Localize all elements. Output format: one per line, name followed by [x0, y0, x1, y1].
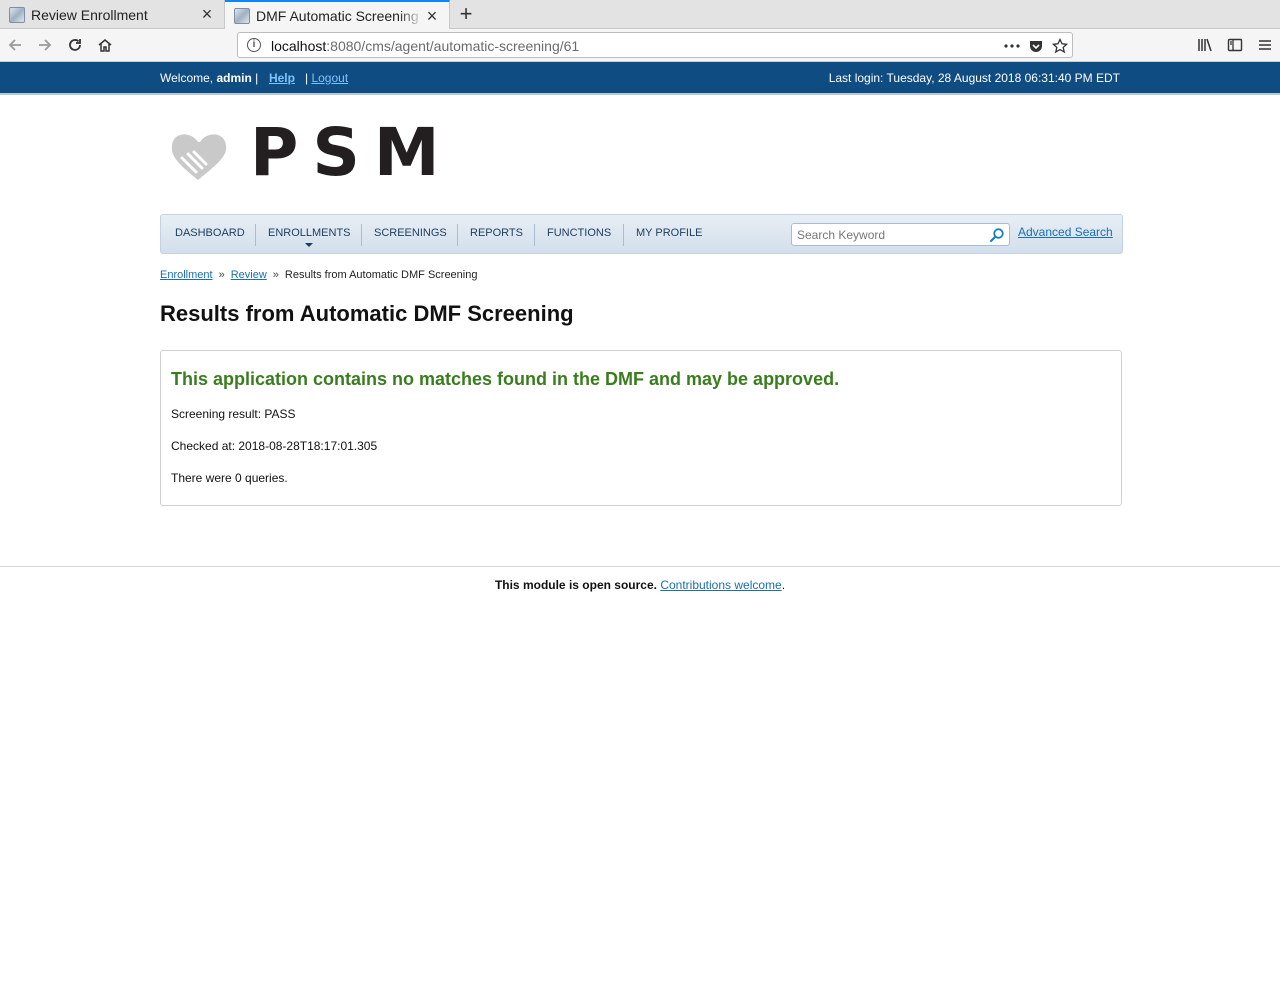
breadcrumb-separator: » [272, 269, 279, 281]
home-icon[interactable] [94, 34, 116, 56]
page-title: Results from Automatic DMF Screening [160, 301, 574, 326]
result-headline: This application contains no matches fou… [171, 369, 840, 389]
breadcrumb-current: Results from Automatic DMF Screening [284, 269, 478, 281]
logout-link[interactable]: Logout [311, 71, 348, 85]
forward-arrow-icon[interactable] [34, 34, 56, 56]
browser-tab-bar: Review Enrollment × DMF Automatic Screen… [0, 0, 1280, 30]
menu-dashboard[interactable]: DASHBOARD [175, 215, 245, 253]
heart-hands-logo-icon [171, 134, 227, 180]
browser-tab-dmf-screening[interactable]: DMF Automatic Screening × [225, 0, 450, 30]
separator: | [298, 71, 312, 85]
page-actions-icon[interactable] [1003, 37, 1021, 55]
checked-at-text: Checked at: 2018-08-28T18:17:01.305 [171, 439, 378, 453]
menu-my-profile[interactable]: MY PROFILE [636, 215, 702, 253]
hamburger-menu-icon[interactable] [1254, 34, 1276, 56]
separator: | [251, 71, 262, 85]
advanced-search-link[interactable]: Advanced Search [1018, 225, 1113, 239]
welcome-area: Welcome, admin | Help | Logout [160, 71, 348, 85]
close-tab-icon[interactable]: × [198, 4, 216, 25]
logo-text: PSM [250, 114, 454, 191]
url-bar[interactable]: i localhost:8080/cms/agent/automatic-scr… [237, 32, 1073, 58]
menu-divider [457, 224, 458, 246]
footer-text: This module is open source. [494, 578, 657, 592]
queries-count-text: There were 0 queries. [171, 471, 288, 485]
menu-enrollments-label: ENROLLMENTS [268, 227, 351, 239]
sidebar-icon[interactable] [1224, 34, 1246, 56]
search-input[interactable] [792, 224, 982, 245]
browser-tab-review-enrollment[interactable]: Review Enrollment × [0, 0, 225, 29]
site-top-bar: Welcome, admin | Help | Logout Last logi… [0, 62, 1280, 95]
menu-divider [361, 224, 362, 246]
keyword-search [791, 223, 1010, 246]
menu-divider [255, 224, 256, 246]
page-favicon-icon [234, 8, 250, 24]
url-text[interactable]: localhost:8080/cms/agent/automatic-scree… [271, 38, 579, 54]
last-login: Last login: Tuesday, 28 August 2018 06:3… [828, 71, 1120, 85]
menu-divider [534, 224, 535, 246]
url-path: :8080/cms/agent/automatic-screening/61 [326, 38, 580, 54]
search-icon[interactable] [989, 227, 1005, 243]
new-tab-icon[interactable]: + [455, 2, 477, 26]
back-arrow-icon[interactable] [4, 34, 26, 56]
footer-divider [0, 566, 1280, 567]
footer: This module is open source. Contribution… [0, 578, 1280, 592]
url-host: localhost [271, 38, 327, 54]
menu-screenings[interactable]: SCREENINGS [374, 215, 447, 253]
page-favicon-icon [9, 6, 25, 23]
menu-reports[interactable]: REPORTS [470, 215, 523, 253]
tab-title: Review Enrollment [31, 6, 148, 23]
menu-divider [623, 224, 624, 246]
contributions-link[interactable]: Contributions welcome [660, 578, 781, 592]
tab-title: DMF Automatic Screening [256, 8, 419, 24]
username: admin [216, 71, 252, 85]
pocket-icon[interactable] [1027, 37, 1045, 55]
footer-suffix: . [781, 578, 786, 592]
welcome-label: Welcome, [160, 71, 214, 85]
bookmark-star-icon[interactable] [1051, 37, 1069, 55]
dropdown-caret-icon [305, 243, 313, 247]
library-icon[interactable] [1194, 34, 1216, 56]
screening-result-text: Screening result: PASS [171, 407, 296, 421]
breadcrumb-separator: » [218, 269, 225, 281]
menu-enrollments[interactable]: ENROLLMENTS [268, 215, 351, 253]
screening-result-panel: This application contains no matches fou… [160, 350, 1122, 506]
reload-icon[interactable] [64, 34, 86, 56]
browser-nav-bar: i localhost:8080/cms/agent/automatic-scr… [0, 29, 1280, 62]
breadcrumb-enrollment[interactable]: Enrollment [160, 269, 213, 281]
close-tab-icon[interactable]: × [423, 6, 441, 27]
help-link[interactable]: Help [269, 71, 295, 85]
psm-logo[interactable]: PSM [168, 120, 440, 186]
breadcrumb: Enrollment » Review » Results from Automatic… [160, 269, 477, 281]
menu-functions[interactable]: FUNCTIONS [547, 215, 611, 253]
site-info-icon[interactable]: i [247, 38, 261, 52]
main-menu: DASHBOARD ENROLLMENTS SCREENINGS REPORTS… [160, 214, 1123, 254]
breadcrumb-review[interactable]: Review [231, 269, 267, 281]
